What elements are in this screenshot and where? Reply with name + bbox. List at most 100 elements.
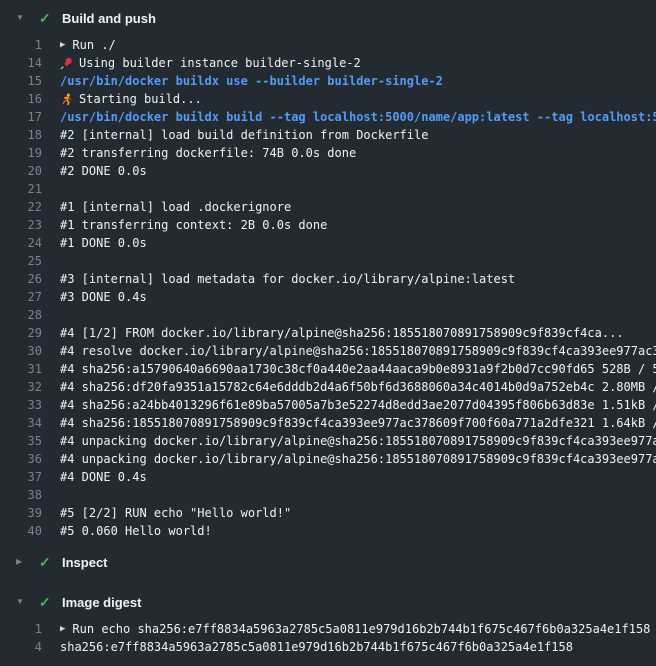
log-text: #1 transferring context: 2B 0.0s done xyxy=(60,216,327,234)
chevron-down-icon[interactable]: ▼ xyxy=(16,6,28,30)
line-number-link[interactable]: 19 xyxy=(0,144,42,162)
log-line: 22 #1 [internal] load .dockerignore xyxy=(0,198,656,216)
log-text-cell: #5 [2/2] RUN echo "Hello world!" xyxy=(60,504,291,522)
log-line: 29 #4 [1/2] FROM docker.io/library/alpine… xyxy=(0,324,656,342)
line-number-link[interactable]: 27 xyxy=(0,288,42,306)
line-number-link[interactable]: 33 xyxy=(0,396,42,414)
log-line: 19 #2 transferring dockerfile: 74B 0.0s d… xyxy=(0,144,656,162)
line-number-link[interactable]: 1 xyxy=(0,620,42,638)
log-line: 36 #4 unpacking docker.io/library/alpine@… xyxy=(0,450,656,468)
line-number-link[interactable]: 30 xyxy=(0,342,42,360)
log-text-cell: Starting build... xyxy=(60,90,202,108)
line-number-link[interactable]: 39 xyxy=(0,504,42,522)
log-text-cell: #4 unpacking docker.io/library/alpine@sh… xyxy=(60,432,656,450)
log-line: 18 #2 [internal] load build definition fr… xyxy=(0,126,656,144)
line-number-link[interactable]: 17 xyxy=(0,108,42,126)
line-number-link[interactable]: 21 xyxy=(0,180,42,198)
log-text: Starting build... xyxy=(79,90,202,108)
log-text-cell: /usr/bin/docker buildx build --tag local… xyxy=(60,108,656,126)
section-image-digest: ▼✓Image digest1▶Run echo sha256:e7ff8834… xyxy=(0,590,656,666)
log-text-cell: #2 [internal] load build definition from… xyxy=(60,126,428,144)
line-number-link[interactable]: 18 xyxy=(0,126,42,144)
log-line: 34 #4 sha256:185518070891758909c9f839cf4c… xyxy=(0,414,656,432)
log-text: #3 DONE 0.4s xyxy=(60,288,147,306)
chevron-down-icon[interactable]: ▼ xyxy=(16,590,28,614)
line-number-link[interactable]: 22 xyxy=(0,198,42,216)
section-title: Build and push xyxy=(62,11,156,26)
line-number-link[interactable]: 31 xyxy=(0,360,42,378)
section-title: Image digest xyxy=(62,595,141,610)
section-inspect: ▶✓Inspect xyxy=(0,550,656,574)
log-text: #4 sha256:185518070891758909c9f839cf4ca3… xyxy=(60,414,656,432)
line-number-link[interactable]: 4 xyxy=(0,638,42,656)
log-line: 17/usr/bin/docker buildx build --tag loc… xyxy=(0,108,656,126)
log-line: 38 xyxy=(0,486,656,504)
log-line: 15/usr/bin/docker buildx use --builder b… xyxy=(0,72,656,90)
log-text: #4 sha256:df20fa9351a15782c64e6dddb2d4a6… xyxy=(60,378,656,396)
log-text-cell: #4 sha256:df20fa9351a15782c64e6dddb2d4a6… xyxy=(60,378,656,396)
log-line: 35 #4 unpacking docker.io/library/alpine@… xyxy=(0,432,656,450)
line-number-link[interactable]: 38 xyxy=(0,486,42,504)
section-log-lines: 1▶Run echo sha256:e7ff8834a5963a2785c5a0… xyxy=(0,614,656,666)
log-text-cell: #4 [1/2] FROM docker.io/library/alpine@s… xyxy=(60,324,624,342)
log-text-cell: sha256:e7ff8834a5963a2785c5a0811e979d16b… xyxy=(60,638,573,656)
line-number-link[interactable]: 40 xyxy=(0,522,42,540)
line-number-link[interactable]: 14 xyxy=(0,54,42,72)
log-text-cell: ▶ Run ./ xyxy=(60,36,116,54)
section-header-image-digest[interactable]: ▼✓Image digest xyxy=(0,590,656,614)
log-text: #2 transferring dockerfile: 74B 0.0s don… xyxy=(60,144,356,162)
line-number-link[interactable]: 25 xyxy=(0,252,42,270)
line-number-link[interactable]: 35 xyxy=(0,432,42,450)
line-number-link[interactable]: 34 xyxy=(0,414,42,432)
group-toggle-icon[interactable]: ▶ xyxy=(60,620,65,638)
log-text: #5 [2/2] RUN echo "Hello world!" xyxy=(60,504,291,522)
section-title: Inspect xyxy=(62,555,108,570)
log-line: 40#5 0.060 Hello world! xyxy=(0,522,656,540)
chevron-right-icon[interactable]: ▶ xyxy=(16,550,28,574)
group-toggle-icon[interactable]: ▶ xyxy=(60,36,65,54)
line-number-link[interactable]: 15 xyxy=(0,72,42,90)
line-number-link[interactable]: 23 xyxy=(0,216,42,234)
log-text-cell: #3 [internal] load metadata for docker.i… xyxy=(60,270,515,288)
log-text-cell: #2 transferring dockerfile: 74B 0.0s don… xyxy=(60,144,356,162)
log-text: Run ./ xyxy=(72,36,115,54)
log-line: 30 #4 resolve docker.io/library/alpine@sh… xyxy=(0,342,656,360)
log-line: 26 #3 [internal] load metadata for docker… xyxy=(0,270,656,288)
line-number-link[interactable]: 26 xyxy=(0,270,42,288)
line-number-link[interactable]: 37 xyxy=(0,468,42,486)
log-text: #2 DONE 0.0s xyxy=(60,162,147,180)
log-line: 16 Starting build... xyxy=(0,90,656,108)
log-text-cell: #4 unpacking docker.io/library/alpine@sh… xyxy=(60,450,656,468)
runner-icon xyxy=(60,93,73,106)
line-number-link[interactable]: 29 xyxy=(0,324,42,342)
log-text: #4 resolve docker.io/library/alpine@sha2… xyxy=(60,342,656,360)
log-text-cell: #1 [internal] load .dockerignore xyxy=(60,198,291,216)
log-text-cell: #3 DONE 0.4s xyxy=(60,288,147,306)
pushpin-icon xyxy=(60,57,73,70)
log-text-cell: #4 sha256:a15790640a6690aa1730c38cf0a440… xyxy=(60,360,656,378)
log-text-cell: #4 DONE 0.4s xyxy=(60,468,147,486)
log-line: 4 sha256:e7ff8834a5963a2785c5a0811e979d16… xyxy=(0,638,656,656)
section-header-inspect[interactable]: ▶✓Inspect xyxy=(0,550,656,574)
log-text: #1 [internal] load .dockerignore xyxy=(60,198,291,216)
line-number-link[interactable]: 36 xyxy=(0,450,42,468)
log-text-cell: #4 sha256:185518070891758909c9f839cf4ca3… xyxy=(60,414,656,432)
line-number-link[interactable]: 32 xyxy=(0,378,42,396)
log-text: #4 [1/2] FROM docker.io/library/alpine@s… xyxy=(60,324,624,342)
log-line: 27 #3 DONE 0.4s xyxy=(0,288,656,306)
line-number-link[interactable]: 1 xyxy=(0,36,42,54)
log-line: 21 xyxy=(0,180,656,198)
log-line: 1 ▶ Run ./ xyxy=(0,36,656,54)
log-text: #4 unpacking docker.io/library/alpine@sh… xyxy=(60,450,656,468)
section-header-build-and-push[interactable]: ▼✓Build and push xyxy=(0,6,656,30)
section-log-lines: 1 ▶ Run ./ 14 Using builder instance builder… xyxy=(0,30,656,550)
log-text-cell: /usr/bin/docker buildx use --builder bui… xyxy=(60,72,443,90)
log-text: #4 unpacking docker.io/library/alpine@sh… xyxy=(60,432,656,450)
line-number-link[interactable]: 16 xyxy=(0,90,42,108)
log-text-cell: #1 transferring context: 2B 0.0s done xyxy=(60,216,327,234)
log-text-cell: Using builder instance builder-single-2 xyxy=(60,54,361,72)
line-number-link[interactable]: 24 xyxy=(0,234,42,252)
log-text: sha256:e7ff8834a5963a2785c5a0811e979d16b… xyxy=(60,638,573,656)
line-number-link[interactable]: 20 xyxy=(0,162,42,180)
line-number-link[interactable]: 28 xyxy=(0,306,42,324)
